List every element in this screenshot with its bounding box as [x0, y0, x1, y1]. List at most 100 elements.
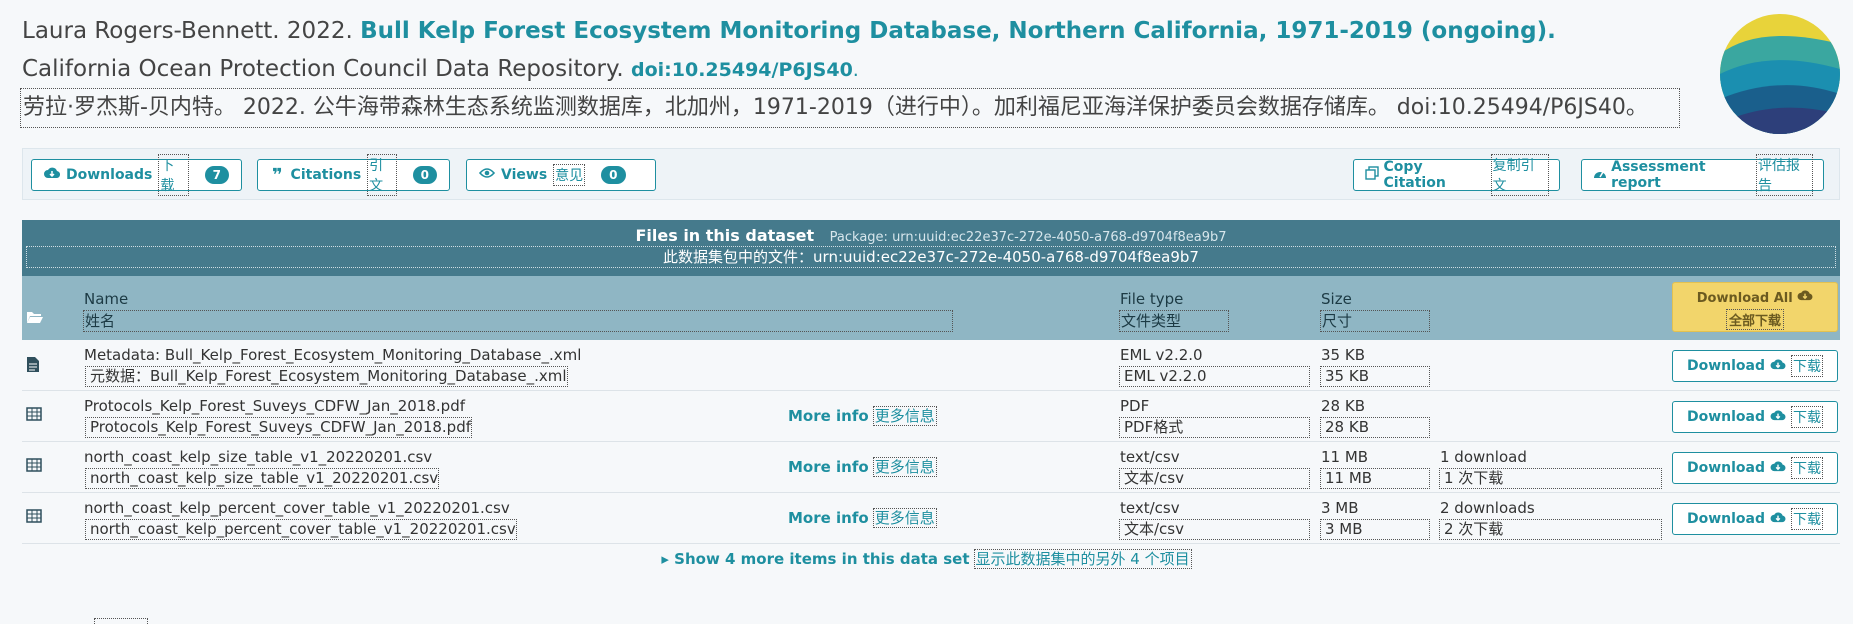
col-name: Name [84, 290, 129, 308]
more-info-label-zh: 更多信息 [872, 508, 937, 528]
package-id: Package: urn:uuid:ec22e37c-272e-4050-a76… [829, 230, 1227, 245]
download-all-label-zh: 全部下载 [1725, 309, 1784, 330]
download-label: Download [1686, 511, 1766, 527]
views-label-zh: 意见 [553, 164, 586, 186]
file-name: north_coast_kelp_percent_cover_table_v1_… [84, 499, 510, 517]
more-info-link[interactable]: More info 更多信息 [788, 507, 937, 528]
file-name-zh: north_coast_kelp_percent_cover_table_v1_… [85, 519, 517, 540]
table-icon [26, 458, 42, 476]
more-info-label: More info [788, 509, 869, 527]
translation-box-stub [94, 618, 148, 624]
file-size-zh: 11 MB [1320, 468, 1430, 489]
citations-metric-button[interactable]: ❞ Citations 引文 0 [257, 154, 450, 196]
file-name-zh: north_coast_kelp_size_table_v1_20220201.… [85, 468, 440, 489]
download-count-zh: 2 次下载 [1439, 519, 1662, 540]
file-name-zh: 元数据：Bull_Kelp_Forest_Ecosystem_Monitorin… [85, 366, 568, 387]
table-row: Metadata: Bull_Kelp_Forest_Ecosystem_Mon… [22, 340, 1840, 391]
citation-trailing-dot: . [852, 59, 859, 81]
download-label: Download [1686, 460, 1766, 476]
file-type: text/csv [1120, 499, 1180, 517]
download-label-zh: 下载 [1791, 406, 1824, 428]
file-type-zh: EML v2.2.0 [1119, 366, 1310, 387]
more-info-label-zh: 更多信息 [872, 457, 937, 477]
download-label: Download [1686, 409, 1766, 425]
views-count-badge: 0 [601, 166, 626, 184]
download-all-button[interactable]: Download All 全部下载 [1672, 282, 1838, 332]
file-type-zh: PDF格式 [1119, 417, 1310, 438]
table-row: north_coast_kelp_percent_cover_table_v1_… [22, 493, 1840, 544]
files-table: Files in this dataset Package: urn:uuid:… [22, 220, 1840, 544]
file-type-zh: 文本/csv [1119, 468, 1310, 489]
show-more-link[interactable]: ▸ Show 4 more items in this data set 显示此数… [0, 548, 1853, 569]
cloud-download-icon [1797, 290, 1813, 306]
citations-count-badge: 0 [412, 166, 437, 184]
citation-repository: California Ocean Protection Council Data… [22, 56, 624, 82]
copy-citation-button[interactable]: Copy Citation 复制引文 [1353, 154, 1560, 196]
file-size: 35 KB [1321, 346, 1365, 364]
file-size-zh: 35 KB [1320, 366, 1430, 387]
table-icon [26, 407, 42, 425]
quote-icon: ❞ [271, 164, 283, 186]
show-more-label: Show 4 more items in this data set [674, 550, 970, 568]
table-row: Protocols_Kelp_Forest_Suveys_CDFW_Jan_20… [22, 391, 1840, 442]
file-type-zh: 文本/csv [1119, 519, 1310, 540]
copy-icon [1364, 166, 1380, 184]
assessment-label-zh: 评估报告 [1756, 154, 1814, 196]
more-info-link[interactable]: More info 更多信息 [788, 405, 937, 426]
download-count-zh: 1 次下载 [1439, 468, 1662, 489]
citation-title-link[interactable]: Bull Kelp Forest Ecosystem Monitoring Da… [360, 18, 1556, 44]
cloud-download-icon [1770, 460, 1786, 477]
download-label-zh: 下载 [1791, 508, 1824, 530]
assessment-report-button[interactable]: Assessment report 评估报告 [1581, 154, 1824, 196]
files-heading: Files in this dataset [635, 226, 815, 245]
file-name: Protocols_Kelp_Forest_Suveys_CDFW_Jan_20… [84, 397, 465, 415]
download-button[interactable]: Download 下载 [1672, 452, 1838, 484]
download-count: 1 download [1440, 448, 1527, 466]
file-size-zh: 28 KB [1320, 417, 1430, 438]
citation-translation: 劳拉·罗杰斯-贝内特。 2022. 公牛海带森林生态系统监测数据库，北加州，19… [20, 88, 1680, 128]
files-column-header: Name 姓名 File type 文件类型 Size 尺寸 Download … [22, 276, 1840, 340]
eye-icon [478, 167, 496, 183]
citations-label: Citations [290, 167, 362, 183]
table-row: north_coast_kelp_size_table_v1_20220201.… [22, 442, 1840, 493]
files-heading-zh: 此数据集包中的文件：urn:uuid:ec22e37c-272e-4050-a7… [26, 246, 1836, 268]
file-size-zh: 3 MB [1320, 519, 1430, 540]
file-type: PDF [1120, 397, 1150, 415]
repository-logo [1720, 14, 1840, 134]
table-icon [26, 509, 42, 527]
cloud-download-icon [44, 166, 61, 184]
metrics-bar: Downloads 下载 7 ❞ Citations 引文 0 Views 意见… [22, 148, 1840, 200]
col-size-zh: 尺寸 [1320, 310, 1430, 332]
download-label-zh: 下载 [1791, 355, 1824, 377]
more-info-label: More info [788, 407, 869, 425]
citation-authors: Laura Rogers-Bennett. 2022. [22, 18, 353, 44]
doi-link[interactable]: doi:10.25494/P6JS40 [631, 59, 853, 81]
views-metric-button[interactable]: Views 意见 0 [466, 159, 656, 191]
col-file-type: File type [1120, 290, 1184, 308]
assessment-label: Assessment report [1611, 159, 1706, 191]
file-size: 28 KB [1321, 397, 1365, 415]
download-button[interactable]: Download 下载 [1672, 350, 1838, 382]
file-name: north_coast_kelp_size_table_v1_20220201.… [84, 448, 433, 466]
download-button[interactable]: Download 下载 [1672, 401, 1838, 433]
citations-label-zh: 引文 [367, 154, 397, 196]
downloads-label-zh: 下载 [158, 154, 189, 196]
copy-citation-label: Copy Citation [1383, 159, 1446, 191]
download-all-label: Download All [1696, 291, 1793, 306]
download-count: 2 downloads [1440, 499, 1535, 517]
file-size: 11 MB [1321, 448, 1369, 466]
file-type: text/csv [1120, 448, 1180, 466]
cloud-download-icon [1770, 409, 1786, 426]
folder-open-icon [26, 310, 44, 328]
col-name-zh: 姓名 [83, 310, 953, 332]
more-info-label: More info [788, 458, 869, 476]
cloud-download-icon [1770, 358, 1786, 375]
downloads-metric-button[interactable]: Downloads 下载 7 [31, 154, 242, 196]
download-label-zh: 下载 [1791, 457, 1824, 479]
file-name-zh: Protocols_Kelp_Forest_Suveys_CDFW_Jan_20… [85, 417, 472, 438]
more-info-link[interactable]: More info 更多信息 [788, 456, 937, 477]
downloads-label: Downloads [66, 167, 153, 183]
download-button[interactable]: Download 下载 [1672, 503, 1838, 535]
file-name: Metadata: Bull_Kelp_Forest_Ecosystem_Mon… [84, 346, 582, 364]
download-label: Download [1686, 358, 1766, 374]
